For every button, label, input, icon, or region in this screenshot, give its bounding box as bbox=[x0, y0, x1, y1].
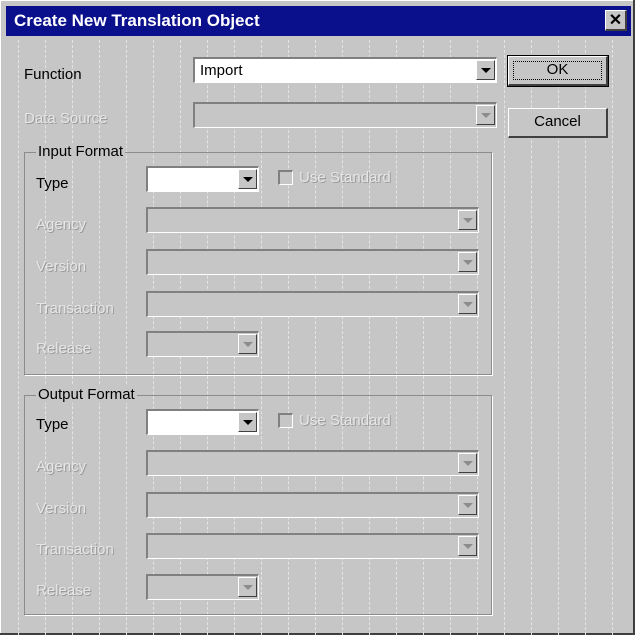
input-agency-label: Agency bbox=[36, 216, 87, 233]
output-transaction-select[interactable] bbox=[146, 533, 479, 559]
output-version-label: Version bbox=[36, 500, 87, 517]
input-release-select[interactable] bbox=[146, 331, 259, 357]
input-type-select[interactable] bbox=[146, 166, 259, 192]
input-format-title: Input Format bbox=[36, 143, 126, 160]
chevron-down-icon[interactable] bbox=[476, 105, 495, 125]
input-version-select[interactable] bbox=[146, 249, 479, 275]
close-button[interactable]: ✕ bbox=[605, 10, 627, 31]
output-version-select[interactable] bbox=[146, 492, 479, 518]
data-source-select[interactable] bbox=[193, 102, 497, 128]
input-version-label: Version bbox=[36, 258, 87, 275]
function-select[interactable]: Import bbox=[193, 57, 497, 83]
function-value: Import bbox=[200, 62, 243, 79]
title-bar[interactable]: Create New Translation Object ✕ bbox=[6, 6, 631, 36]
chevron-down-icon[interactable] bbox=[238, 577, 257, 597]
chevron-down-icon[interactable] bbox=[458, 252, 477, 272]
output-agency-label: Agency bbox=[36, 458, 87, 475]
chevron-down-icon[interactable] bbox=[476, 60, 495, 80]
ok-button[interactable]: OK bbox=[507, 55, 609, 87]
output-release-label: Release bbox=[36, 582, 92, 599]
close-icon: ✕ bbox=[608, 12, 623, 29]
input-release-label: Release bbox=[36, 340, 92, 357]
output-type-label: Type bbox=[36, 416, 69, 433]
chevron-down-icon[interactable] bbox=[458, 495, 477, 515]
chevron-down-icon[interactable] bbox=[458, 453, 477, 473]
input-use-standard-checkbox[interactable] bbox=[278, 170, 293, 185]
output-use-standard-label: Use Standard bbox=[299, 412, 391, 429]
chevron-down-icon[interactable] bbox=[238, 412, 257, 432]
input-transaction-select[interactable] bbox=[146, 291, 479, 317]
cancel-button[interactable]: Cancel bbox=[508, 108, 608, 138]
cancel-button-label: Cancel bbox=[534, 113, 581, 130]
input-use-standard-label: Use Standard bbox=[299, 169, 391, 186]
chevron-down-icon[interactable] bbox=[238, 169, 257, 189]
output-transaction-label: Transaction bbox=[36, 541, 114, 558]
chevron-down-icon[interactable] bbox=[458, 536, 477, 556]
output-format-title: Output Format bbox=[36, 386, 137, 403]
output-agency-select[interactable] bbox=[146, 450, 479, 476]
window-title: Create New Translation Object bbox=[14, 11, 260, 30]
chevron-down-icon[interactable] bbox=[458, 210, 477, 230]
dialog-window: Create New Translation Object ✕ Function… bbox=[0, 0, 635, 635]
function-label: Function bbox=[24, 66, 82, 83]
focus-rect bbox=[513, 61, 602, 80]
input-agency-select[interactable] bbox=[146, 207, 479, 233]
chevron-down-icon[interactable] bbox=[238, 334, 257, 354]
output-type-select[interactable] bbox=[146, 409, 259, 435]
input-transaction-label: Transaction bbox=[36, 300, 114, 317]
chevron-down-icon[interactable] bbox=[458, 294, 477, 314]
data-source-label: Data Source bbox=[24, 110, 108, 127]
output-use-standard-checkbox[interactable] bbox=[278, 413, 293, 428]
output-release-select[interactable] bbox=[146, 574, 259, 600]
input-type-label: Type bbox=[36, 175, 69, 192]
